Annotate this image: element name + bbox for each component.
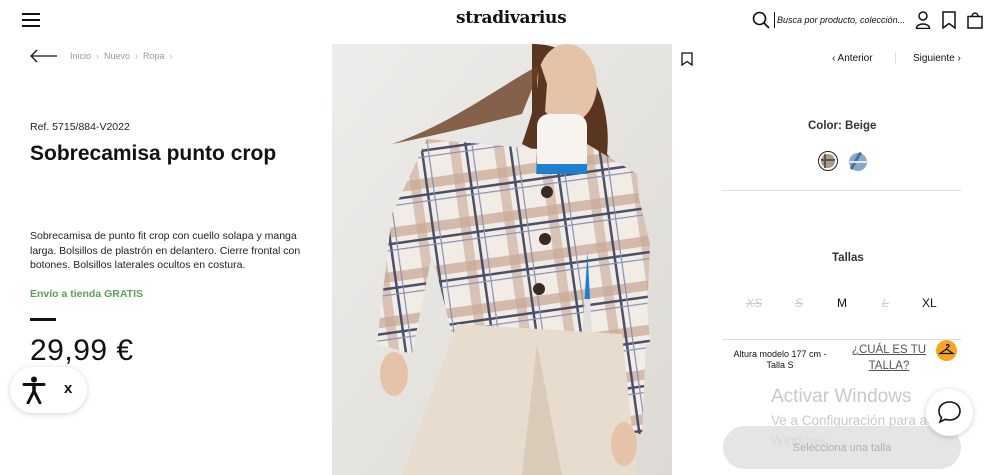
sizes-label: Tallas [832, 252, 864, 264]
wishlist-icon[interactable] [941, 11, 957, 29]
breadcrumb-separator: › [96, 51, 100, 61]
chat-icon [938, 401, 961, 424]
chat-button[interactable] [926, 389, 973, 436]
section-divider [722, 190, 961, 191]
search-icon[interactable] [752, 11, 770, 29]
search-input[interactable] [774, 12, 904, 28]
back-arrow-icon[interactable] [30, 49, 58, 63]
breadcrumb-separator: › [135, 51, 139, 61]
price-divider [30, 318, 56, 321]
accessibility-icon[interactable] [22, 376, 46, 404]
color-label: Color: Beige [808, 120, 877, 132]
color-swatch-blue[interactable] [848, 152, 868, 172]
shopping-bag-icon[interactable] [966, 11, 984, 29]
bookmark-icon[interactable] [681, 52, 693, 66]
color-swatch-beige[interactable] [818, 151, 838, 171]
previous-product-link[interactable]: ‹ Anterior [832, 53, 873, 64]
size-option-m[interactable]: M [837, 296, 847, 310]
accessibility-widget: x [10, 367, 87, 413]
breadcrumb: Inicio › Nuevo › Ropa › [70, 51, 173, 61]
section-divider [722, 339, 961, 340]
hanger-icon[interactable] [936, 340, 957, 361]
next-product-link[interactable]: Siguiente › [913, 53, 961, 64]
user-icon[interactable] [915, 11, 931, 29]
model-photo-illustration [332, 44, 672, 475]
breadcrumb-item-ropa[interactable]: Ropa [143, 51, 165, 61]
size-option-l[interactable]: L [882, 296, 889, 310]
size-option-xl[interactable]: XL [922, 296, 937, 310]
size-option-s[interactable]: S [795, 296, 803, 310]
product-reference: Ref. 5715/884-V2022 [30, 121, 130, 133]
breadcrumb-item-inicio[interactable]: Inicio [70, 51, 91, 61]
swatch-image [821, 154, 835, 168]
accessibility-close-button[interactable]: x [64, 380, 72, 397]
breadcrumb-item-nuevo[interactable]: Nuevo [104, 51, 130, 61]
nav-divider [895, 53, 896, 64]
product-description: Sobrecamisa de punto fit crop con cuello… [30, 230, 301, 271]
product-price: 29,99 € [30, 334, 134, 367]
windows-activation-title: Activar Windows [771, 386, 912, 407]
size-guide-link[interactable]: ¿CUÁL ES TU TALLA? [851, 342, 927, 374]
product-photo [332, 44, 672, 475]
breadcrumb-separator: › [169, 51, 173, 61]
swatch-image [848, 152, 868, 171]
size-option-xs[interactable]: XS [746, 296, 762, 310]
site-header: stradivarius [0, 0, 984, 42]
menu-icon[interactable] [22, 12, 40, 28]
brand-logo[interactable]: stradivarius [456, 8, 567, 28]
shipping-info: Envío a tienda GRATIS [30, 288, 143, 300]
model-size-info: Altura modelo 177 cm - Talla S [733, 349, 827, 370]
product-title: Sobrecamisa punto crop [30, 142, 277, 165]
